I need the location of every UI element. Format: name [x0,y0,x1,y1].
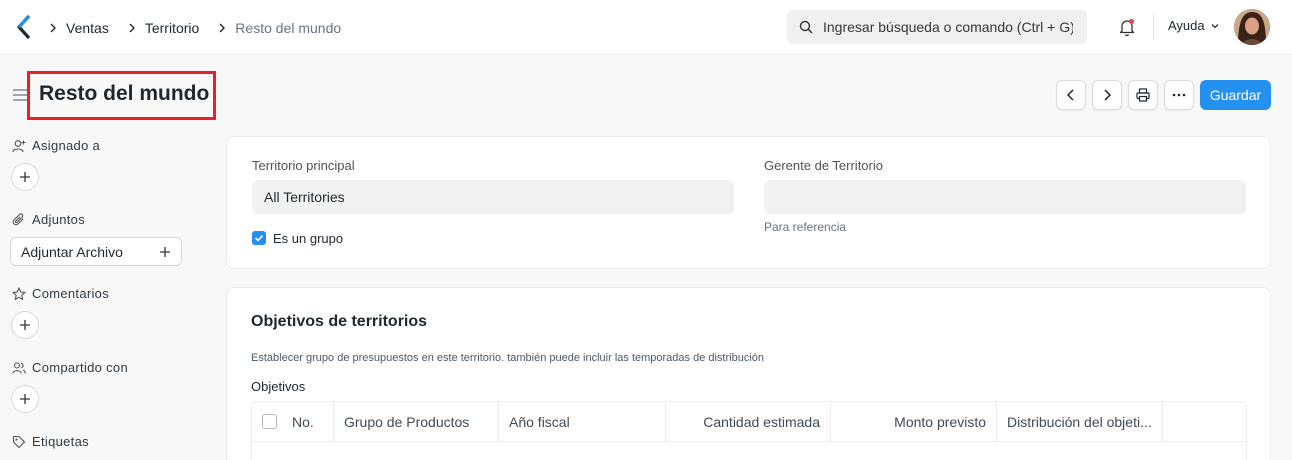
shared-with-section: Compartido con [12,360,128,375]
assigned-to-section: Asignado a [12,138,100,153]
is-group-label: Es un grupo [273,231,344,246]
select-all-checkbox[interactable] [262,414,277,429]
column-header-distribution[interactable]: Distribución del objeti... [997,402,1163,442]
users-icon [12,361,26,374]
user-add-icon [12,139,26,152]
title-highlight-box [27,71,216,120]
targets-table-label: Objetivos [251,379,306,394]
assigned-to-label: Asignado a [32,138,101,153]
plus-icon [20,172,30,182]
printer-icon [1136,88,1150,102]
previous-button[interactable] [1056,80,1086,110]
more-actions-button[interactable] [1164,80,1194,110]
header-row-number: No. [252,402,334,442]
search-icon [799,20,813,34]
ellipsis-icon [1172,93,1186,97]
territory-manager-label: Gerente de Territorio [764,158,883,173]
user-avatar[interactable] [1234,9,1270,45]
targets-table-header: No. Grupo de Productos Año fiscal Cantid… [252,402,1246,442]
attach-file-label: Adjuntar Archivo [21,243,123,260]
chevron-right-icon [217,23,227,33]
save-button[interactable]: Guardar [1200,80,1271,110]
territory-targets-card: Objetivos de territorios Establecer grup… [226,287,1271,460]
app-logo-icon[interactable] [16,14,32,40]
column-header-no: No. [292,414,314,430]
attachments-label: Adjuntos [32,212,85,227]
sidebar-toggle-icon[interactable] [12,88,28,102]
paperclip-icon [12,212,24,225]
help-dropdown[interactable]: Ayuda [1168,18,1220,33]
territory-manager-help: Para referencia [764,220,847,234]
chevron-down-icon [1211,23,1219,28]
comments-label: Comentarios [32,286,109,301]
next-button[interactable] [1092,80,1122,110]
plus-icon [20,394,30,404]
is-group-checkbox[interactable] [252,231,266,245]
attachments-section: Adjuntos [12,212,85,227]
search-input[interactable] [823,19,1073,35]
parent-territory-label: Territorio principal [252,158,355,173]
chevron-right-icon [1104,89,1112,101]
chevron-right-icon [48,23,58,33]
search-bar[interactable] [787,10,1087,44]
add-assignee-button[interactable] [11,163,39,191]
chevron-right-icon [127,23,137,33]
shared-with-label: Compartido con [32,360,128,375]
territory-details-card: Territorio principal All Territories Es … [226,136,1271,269]
navbar-divider [1153,14,1154,40]
comments-section: Comentarios [12,286,109,301]
breadcrumb: Ventas Territorio Resto del mundo [48,0,359,55]
help-label: Ayuda [1168,18,1205,33]
chevron-left-icon [1066,89,1074,101]
column-header-actions [1163,402,1246,442]
plus-icon [20,320,30,330]
navbar: Ventas Territorio Resto del mundo Ayuda [0,0,1292,55]
targets-description: Establecer grupo de presupuestos en este… [251,352,765,364]
tag-icon [12,435,26,448]
add-share-button[interactable] [11,385,39,413]
column-header-target-qty[interactable]: Cantidad estimada [666,402,831,442]
tags-section: Etiquetas [12,434,89,449]
column-header-item-group[interactable]: Grupo de Productos [334,402,499,442]
notification-bell-icon[interactable] [1117,17,1137,37]
column-header-target-amount[interactable]: Monto previsto [831,402,997,442]
territory-manager-field[interactable] [764,180,1246,214]
breadcrumb-ventas[interactable]: Ventas [66,20,109,36]
plus-icon [160,246,170,257]
breadcrumb-territorio[interactable]: Territorio [145,20,199,36]
add-comment-button[interactable] [11,311,39,339]
tags-label: Etiquetas [32,434,89,449]
breadcrumb-current[interactable]: Resto del mundo [235,20,341,36]
column-header-fiscal-year[interactable]: Año fiscal [499,402,666,442]
parent-territory-field[interactable]: All Territories [252,180,734,214]
print-button[interactable] [1128,80,1158,110]
star-icon [12,286,26,300]
checkmark-icon [254,234,264,242]
targets-section-title[interactable]: Objetivos de territorios [251,313,427,331]
targets-table: No. Grupo de Productos Año fiscal Cantid… [251,401,1247,460]
attach-file-button[interactable]: Adjuntar Archivo [10,237,182,266]
